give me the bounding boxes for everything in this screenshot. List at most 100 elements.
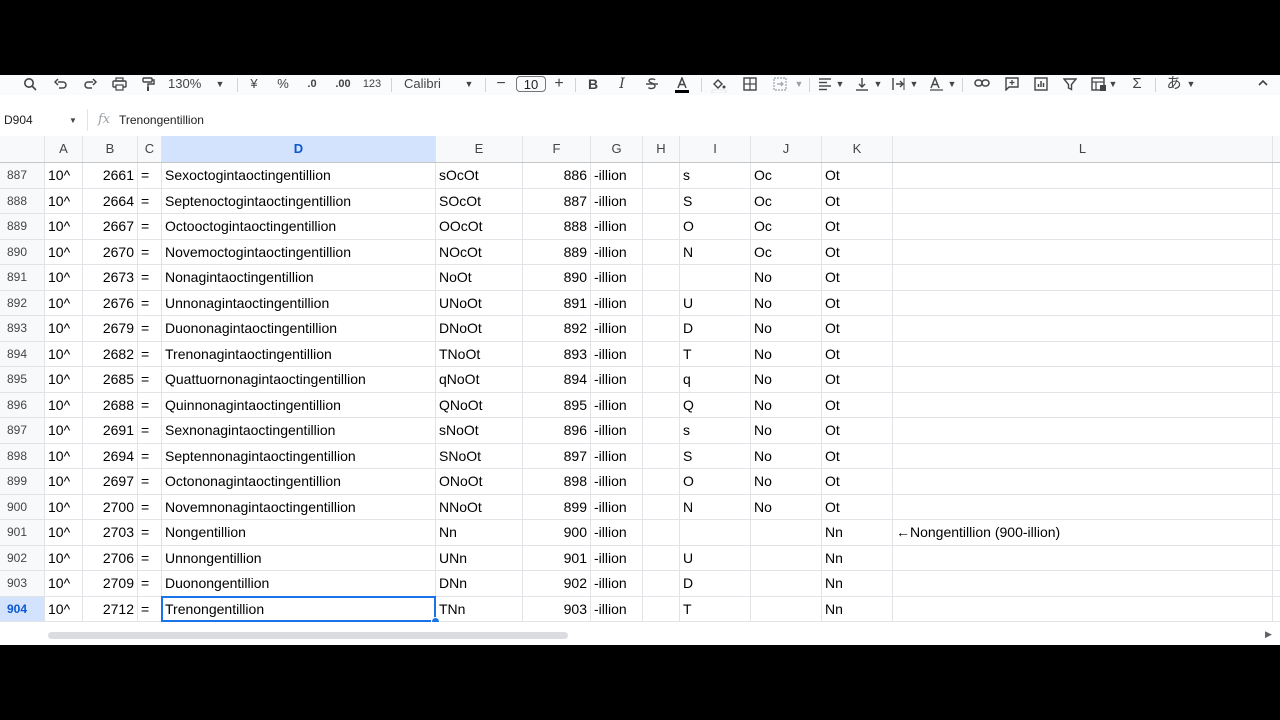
cell-l[interactable] — [893, 163, 1273, 188]
cell-d[interactable]: Octooctogintaoctingentillion — [162, 214, 436, 239]
cell-k[interactable]: Nn — [822, 520, 893, 545]
cell-j[interactable]: No — [751, 316, 822, 341]
cell-f[interactable]: 901 — [523, 545, 591, 570]
row-header[interactable]: 888 — [0, 188, 45, 213]
cell-c[interactable]: = — [138, 239, 162, 264]
cell-e[interactable]: QNoOt — [436, 392, 523, 417]
cell-c[interactable]: = — [138, 188, 162, 213]
cell-a[interactable]: 10^ — [45, 367, 83, 392]
cell-f[interactable]: 890 — [523, 265, 591, 290]
cell-c[interactable]: = — [138, 545, 162, 570]
horizontal-align-icon[interactable] — [816, 75, 834, 95]
cell-l[interactable] — [893, 239, 1273, 264]
cell-b[interactable]: 2688 — [83, 392, 138, 417]
cell-c[interactable]: = — [138, 520, 162, 545]
row-header[interactable]: 892 — [0, 290, 45, 315]
cell-a[interactable]: 10^ — [45, 520, 83, 545]
cell-d[interactable]: Nongentillion — [162, 520, 436, 545]
filter-icon[interactable] — [1060, 75, 1080, 95]
select-all-corner[interactable] — [0, 136, 45, 162]
cell-l[interactable] — [893, 596, 1273, 621]
cell-l[interactable] — [893, 418, 1273, 443]
fill-color-icon[interactable] — [709, 75, 729, 95]
cell-b[interactable]: 2697 — [83, 469, 138, 494]
cell-c[interactable]: = — [138, 163, 162, 188]
cell-f[interactable]: 898 — [523, 469, 591, 494]
cell-h[interactable] — [643, 341, 680, 366]
cell-g[interactable]: -illion — [591, 316, 643, 341]
cell-h[interactable] — [643, 188, 680, 213]
cell-c[interactable]: = — [138, 367, 162, 392]
vertical-align-icon[interactable] — [853, 75, 871, 95]
cell-g[interactable]: -illion — [591, 520, 643, 545]
cell-d[interactable]: Septenoctogintaoctingentillion — [162, 188, 436, 213]
cell-f[interactable]: 895 — [523, 392, 591, 417]
percent-format-button[interactable]: % — [275, 75, 291, 95]
cell-g[interactable]: -illion — [591, 214, 643, 239]
cell-i[interactable] — [680, 265, 751, 290]
cell-e[interactable]: DNn — [436, 571, 523, 596]
cell-k[interactable]: Nn — [822, 571, 893, 596]
cell-f[interactable]: 902 — [523, 571, 591, 596]
cell-f[interactable]: 892 — [523, 316, 591, 341]
cell-i[interactable]: T — [680, 341, 751, 366]
cell-k[interactable]: Ot — [822, 239, 893, 264]
cell-a[interactable]: 10^ — [45, 596, 83, 621]
cell-l[interactable] — [893, 290, 1273, 315]
cell-a[interactable]: 10^ — [45, 163, 83, 188]
cell-h[interactable] — [643, 392, 680, 417]
cell-l[interactable] — [893, 188, 1273, 213]
cell-e[interactable]: NNoOt — [436, 494, 523, 519]
cell-a[interactable]: 10^ — [45, 290, 83, 315]
input-tools-chevron-down-icon[interactable]: ▼ — [1186, 75, 1196, 95]
cell-h[interactable] — [643, 290, 680, 315]
print-icon[interactable] — [109, 75, 129, 95]
row-header[interactable]: 889 — [0, 214, 45, 239]
column-header-g[interactable]: G — [591, 136, 643, 162]
scroll-right-icon[interactable]: ▶ — [1265, 629, 1272, 640]
cell-l[interactable] — [893, 214, 1273, 239]
cell-k[interactable]: Ot — [822, 341, 893, 366]
formula-input[interactable]: Trenongentillion — [119, 113, 204, 127]
insert-link-icon[interactable] — [972, 75, 992, 95]
cell-c[interactable]: = — [138, 316, 162, 341]
row-header[interactable]: 896 — [0, 392, 45, 417]
text-wrapping-icon[interactable] — [889, 75, 907, 95]
cell-k[interactable]: Ot — [822, 163, 893, 188]
cell-b[interactable]: 2691 — [83, 418, 138, 443]
cell-f[interactable]: 897 — [523, 443, 591, 468]
cell-e[interactable]: NOcOt — [436, 239, 523, 264]
valign-chevron-down-icon[interactable]: ▼ — [873, 75, 883, 95]
column-header-i[interactable]: I — [680, 136, 751, 162]
cell-f[interactable]: 900 — [523, 520, 591, 545]
row-header[interactable]: 901 — [0, 520, 45, 545]
font-select[interactable]: Calibri — [404, 75, 454, 95]
cell-b[interactable]: 2679 — [83, 316, 138, 341]
cell-h[interactable] — [643, 520, 680, 545]
row-header[interactable]: 902 — [0, 545, 45, 570]
cell-d[interactable]: Novemoctogintaoctingentillion — [162, 239, 436, 264]
cell-l[interactable] — [893, 571, 1273, 596]
row-header[interactable]: 897 — [0, 418, 45, 443]
insert-comment-icon[interactable] — [1002, 75, 1022, 95]
cell-i[interactable] — [680, 520, 751, 545]
horizontal-scrollbar-thumb[interactable] — [48, 632, 568, 639]
cell-i[interactable]: S — [680, 188, 751, 213]
cell-j[interactable]: No — [751, 418, 822, 443]
cell-k[interactable]: Ot — [822, 469, 893, 494]
cell-i[interactable]: q — [680, 367, 751, 392]
cell-b[interactable]: 2676 — [83, 290, 138, 315]
cell-k[interactable]: Ot — [822, 443, 893, 468]
cell-h[interactable] — [643, 469, 680, 494]
cell-k[interactable]: Ot — [822, 418, 893, 443]
cell-f[interactable]: 886 — [523, 163, 591, 188]
cell-h[interactable] — [643, 571, 680, 596]
cell-a[interactable]: 10^ — [45, 545, 83, 570]
cell-g[interactable]: -illion — [591, 469, 643, 494]
cell-h[interactable] — [643, 443, 680, 468]
name-box[interactable]: D904 — [4, 113, 33, 127]
paint-format-icon[interactable] — [138, 75, 158, 95]
cell-h[interactable] — [643, 545, 680, 570]
cell-g[interactable]: -illion — [591, 265, 643, 290]
text-color-icon[interactable] — [672, 75, 692, 95]
